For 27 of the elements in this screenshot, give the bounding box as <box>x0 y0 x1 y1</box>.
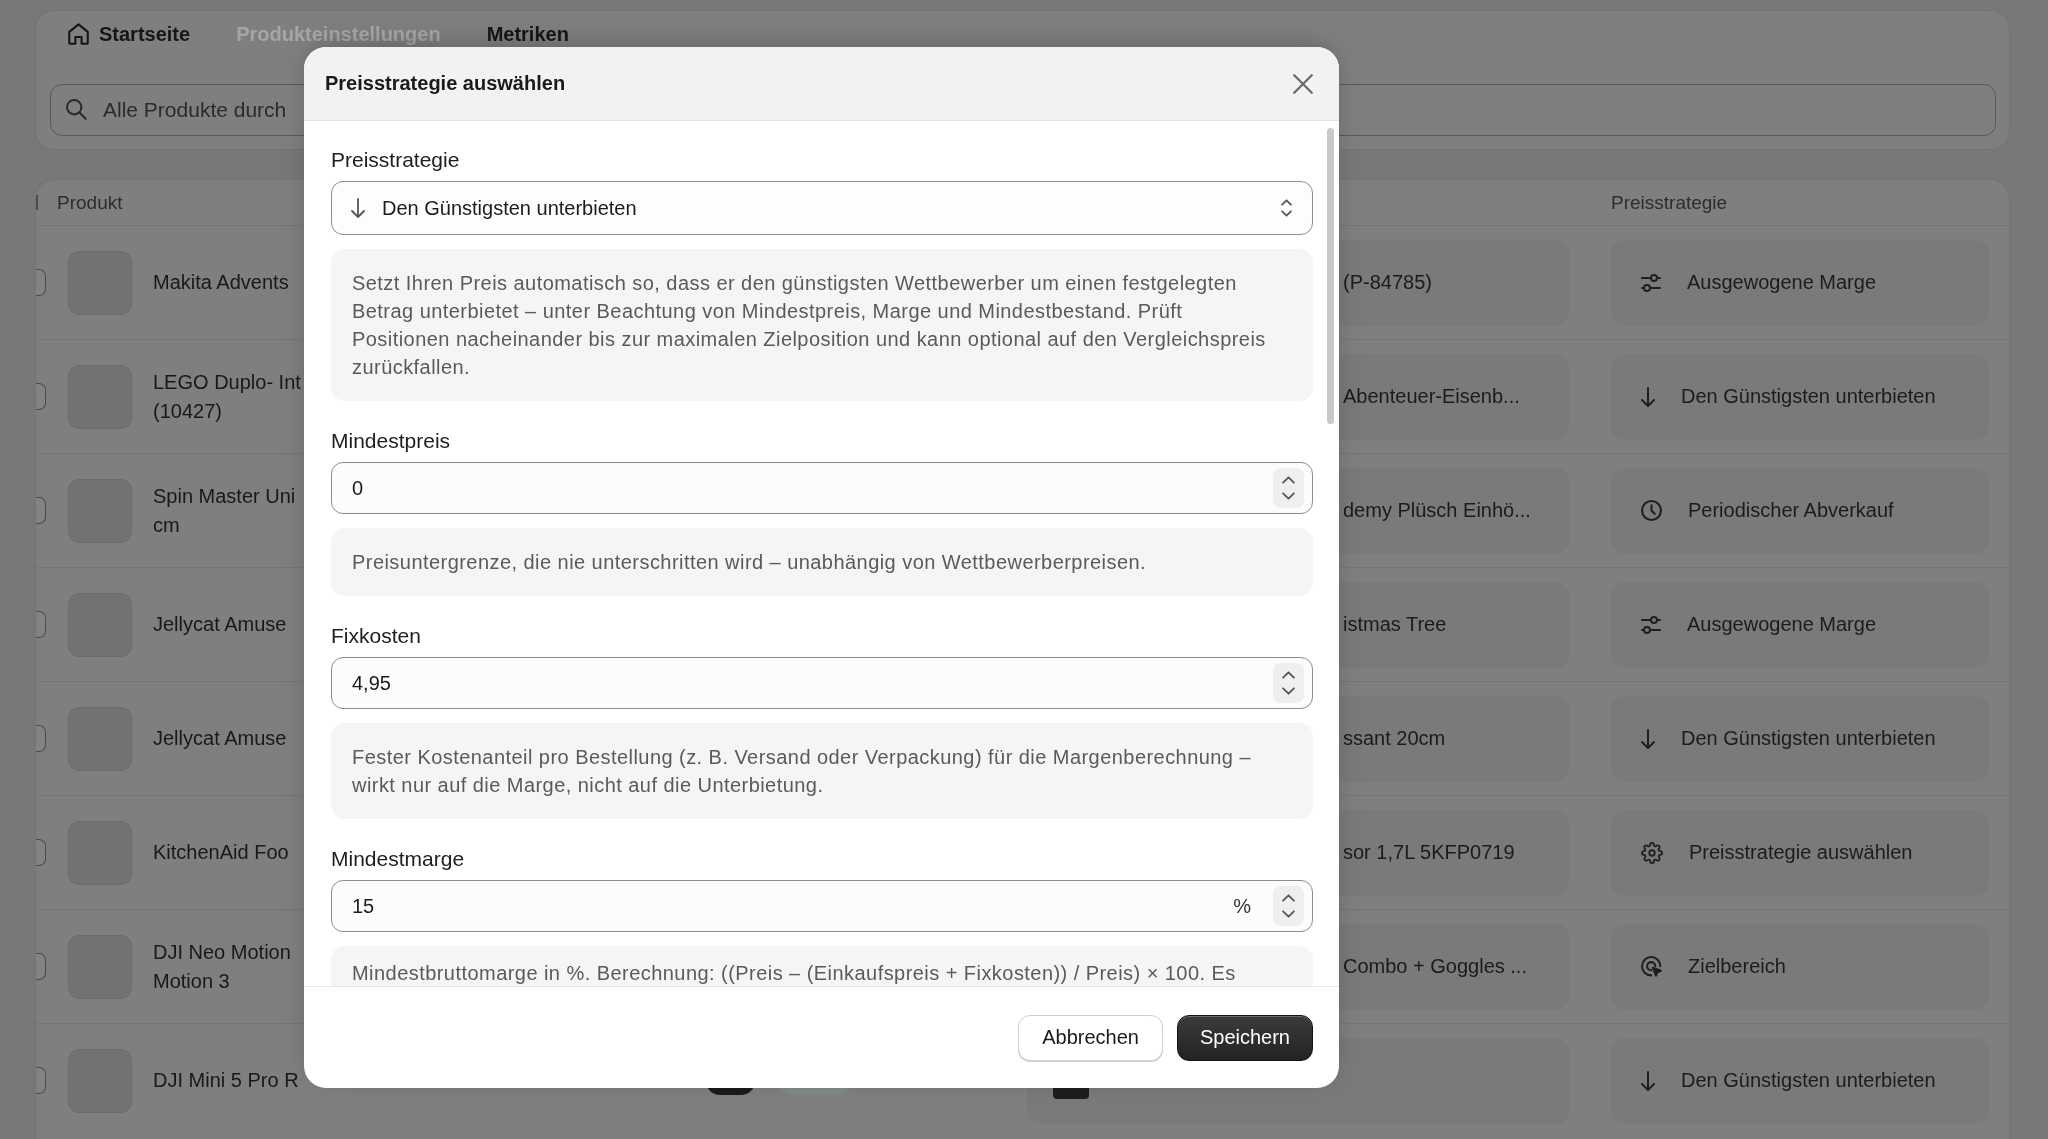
column-header: Preisstrategie <box>1611 191 1728 213</box>
product-name: Makita Advents <box>153 270 289 295</box>
product-name: Spin Master Uni cm <box>153 483 296 538</box>
listing-title: Combo + Goggles ... <box>1343 955 1527 978</box>
product-name: Jellycat Amuse <box>153 726 287 751</box>
listing-title: istmas Tree <box>1343 613 1447 636</box>
column-header: Produkt <box>57 191 123 214</box>
product-name: KitchenAid Foo <box>153 840 289 865</box>
field-label: Mindestpreis <box>331 428 452 454</box>
help-text: Preisuntergrenze, die nie unterschritten wird – unabhängig von Wettbewerberpreisen. <box>331 528 1313 596</box>
listing-title: ssant 20cm <box>1343 727 1446 750</box>
help-text: Setzt Ihren Preis automatisch so, dass er den günstigsten Wettbewerber um einen festgelegten Betrag unterbietet – unter Beachtung von Mindestpreis, Marge und Mindestbestand. Prüft Positionen nacheinander bis zur maximalen Zielposition und kann optional auf den Vergleichspreis zurückfallen. <box>331 249 1313 401</box>
product-name: Jellycat Amuse <box>153 612 287 637</box>
listing-title: Abenteuer-Eisenb... <box>1343 385 1520 408</box>
unit-suffix: % <box>1233 894 1251 918</box>
dialog-title: Preisstrategie auswählen <box>325 72 566 95</box>
product-name: LEGO Duplo- Int (10427) <box>153 369 301 424</box>
field-label: Preisstrategie <box>331 147 461 173</box>
field-label: Mindestmarge <box>331 846 466 872</box>
help-text: Fester Kostenanteil pro Bestellung (z. B. Versand oder Verpackung) für die Margenberechnung – wirkt nur auf die Marge, nicht auf die Unterbietung. <box>331 723 1313 819</box>
product-name: DJI Neo Motion Motion 3 <box>153 939 291 994</box>
listing-title: (P-84785) <box>1343 271 1432 294</box>
field-label: Fixkosten <box>331 623 422 649</box>
product-name: DJI Mini 5 Pro R <box>153 1068 299 1093</box>
listing-title: sor 1,7L 5KFP0719 <box>1343 841 1515 864</box>
listing-title: demy Plüsch Einhö... <box>1343 499 1531 522</box>
help-text: Mindestbruttomarge in %. Berechnung: ((Preis – (Einkaufspreis + Fixkosten)) / Preis) × 100. Es <box>331 946 1313 986</box>
